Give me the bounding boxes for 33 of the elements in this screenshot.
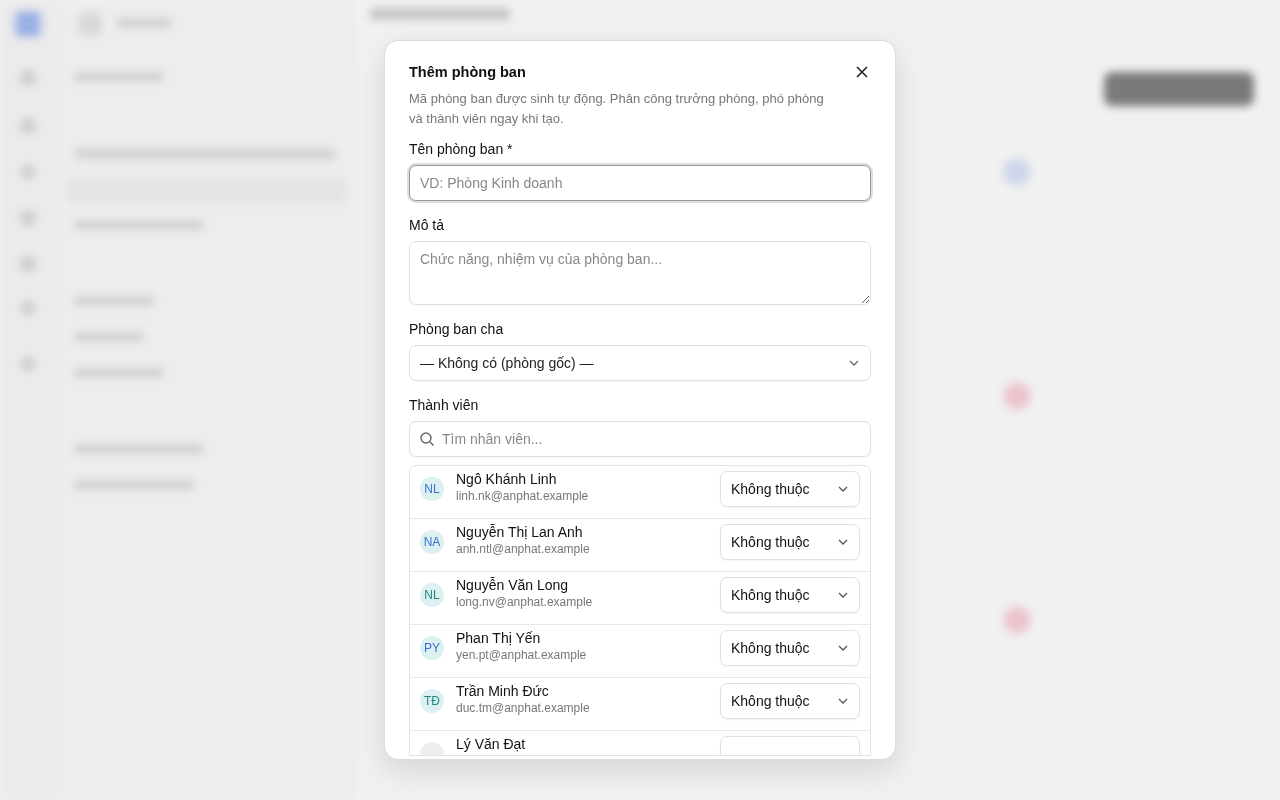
role-select[interactable]: Không thuộc: [720, 577, 860, 613]
field-label: Tên phòng ban *: [409, 141, 514, 157]
member-email: yen.pt@anphat.example: [456, 648, 588, 662]
member-email: anh.ntl@anphat.example: [456, 542, 591, 556]
dialog-description: Mã phòng ban được sinh tự động. Phân công trưởng phòng, phó phòng và thành viên ngay khi tạo.: [409, 90, 825, 128]
member-email: long.nv@anphat.example: [456, 595, 594, 609]
member-name: Nguyễn Văn Long: [456, 577, 570, 593]
member-name: Trần Minh Đức: [456, 683, 550, 699]
avatar: NL: [420, 583, 444, 607]
member-name: Lý Văn Đạt: [456, 736, 527, 752]
close-icon: [855, 65, 869, 79]
member-name: Phan Thị Yến: [456, 630, 542, 646]
avatar: NL: [420, 477, 444, 501]
role-select[interactable]: Không thuộc: [720, 630, 860, 666]
parent-select[interactable]: — Không có (phòng gốc) —: [409, 345, 871, 381]
field-label: Mô tả: [409, 217, 445, 233]
avatar: TĐ: [420, 689, 444, 713]
avatar: PY: [420, 636, 444, 660]
search-icon: [419, 431, 435, 447]
role-select[interactable]: Không thuộc: [720, 683, 860, 719]
search-field[interactable]: Tìm nhân viên...: [409, 421, 871, 457]
name-input[interactable]: VD: Phòng Kinh doanh: [409, 165, 871, 201]
member-name: Nguyễn Thị Lan Anh: [456, 524, 584, 540]
member-email: linh.nk@anphat.example: [456, 489, 590, 503]
dialog-title: Thêm phòng ban: [409, 64, 526, 80]
role-select[interactable]: Không thuộc: [720, 524, 860, 560]
field-label: Phòng ban cha: [409, 321, 505, 337]
role-select[interactable]: Không thuộc: [720, 471, 860, 507]
field-label: Thành viên: [409, 397, 480, 413]
member-name: Ngô Khánh Linh: [456, 471, 558, 487]
member-email: duc.tm@anphat.example: [456, 701, 591, 715]
avatar: NA: [420, 530, 444, 554]
description-input[interactable]: Chức năng, nhiệm vụ của phòng ban...: [409, 241, 871, 305]
